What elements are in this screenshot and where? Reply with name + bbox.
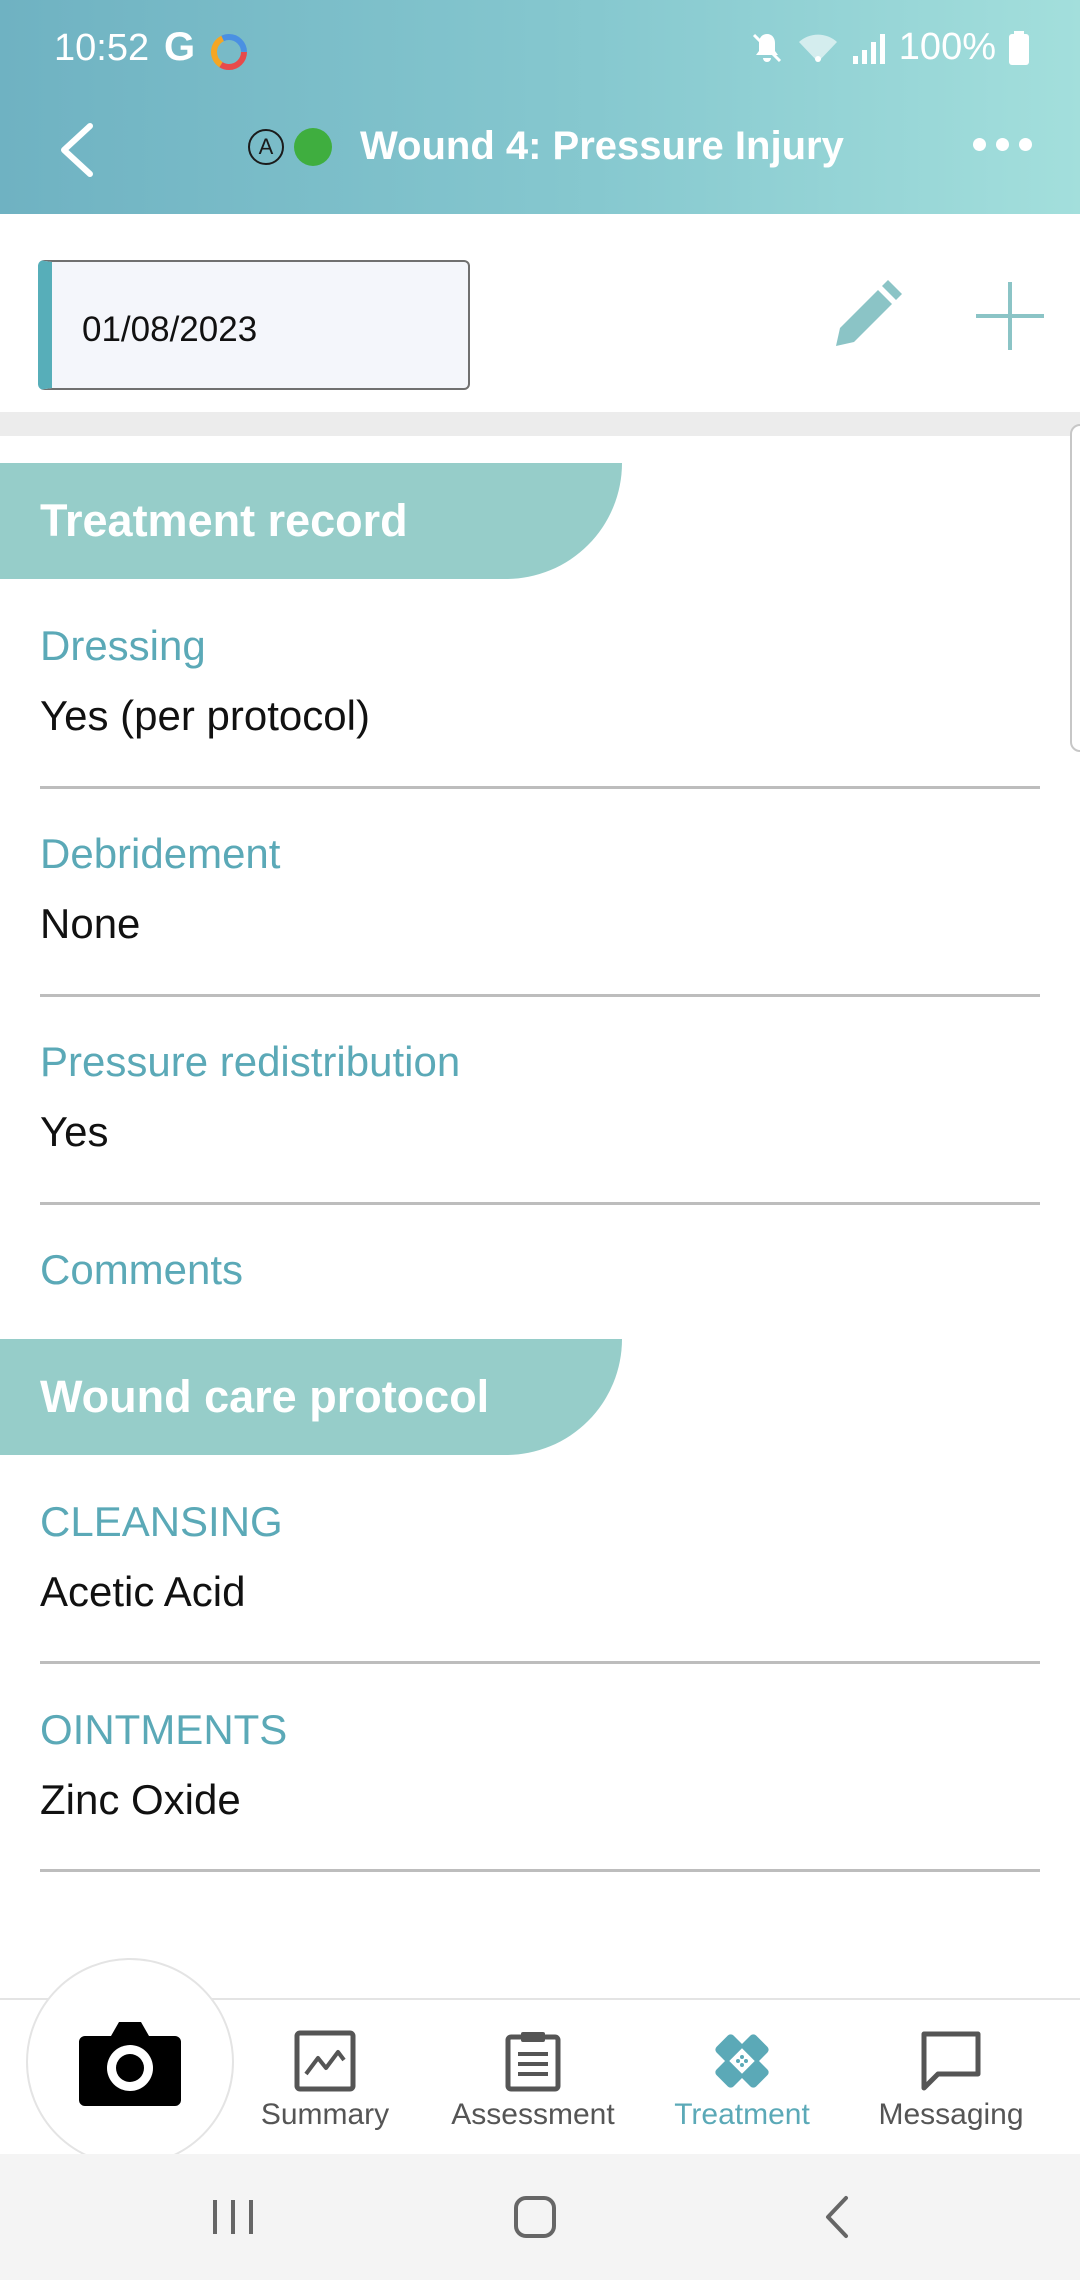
field-label: Dressing (40, 622, 206, 669)
nav-label: Assessment (451, 2098, 615, 2131)
nav-label: Treatment (674, 2098, 810, 2131)
nav-summary[interactable]: Summary (225, 2030, 425, 2132)
status-dot (294, 127, 332, 166)
date-selector[interactable]: 01/08/2023 (38, 260, 470, 390)
message-icon (921, 2031, 981, 2091)
status-icons: 100% (749, 26, 1030, 69)
page-title: Wound 4: Pressure Injury (360, 124, 844, 168)
title-row: A Wound 4: Pressure Injury (248, 124, 844, 169)
dot-icon (1019, 138, 1032, 151)
section-header-protocol: Wound care protocol (0, 1339, 622, 1455)
field-value: None (40, 900, 141, 947)
nav-label: Summary (260, 2098, 390, 2131)
battery-text: 100% (898, 26, 996, 68)
camera-button[interactable] (26, 1958, 234, 2166)
date-value: 01/08/2023 (82, 310, 258, 349)
wifi-icon (798, 34, 837, 62)
field-value: Acetic Acid (40, 1568, 246, 1615)
divider (40, 1661, 1040, 1664)
field-cleansing: CLEANSING Acetic Acid (40, 1498, 1040, 1616)
field-label: Debridement (40, 830, 281, 877)
app-header: 10:52 G 100% A Wound 4: Pressure Injury (0, 0, 1080, 214)
field-label: OINTMENTS (40, 1706, 288, 1753)
nav-assessment[interactable]: Assessment (433, 2030, 633, 2132)
camera-icon (79, 2022, 181, 2106)
status-time: 10:52 (54, 27, 150, 69)
edit-pencil-icon[interactable] (826, 276, 906, 356)
system-nav-bar (0, 2154, 1080, 2280)
clipboard-icon (505, 2032, 561, 2092)
toolbar: 01/08/2023 (0, 214, 1080, 412)
field-label: Pressure redistribution (40, 1038, 461, 1085)
app-notification-icon (211, 34, 247, 70)
divider (40, 786, 1040, 789)
field-value: Yes (per protocol) (40, 692, 370, 739)
field-value: Zinc Oxide (40, 1776, 241, 1823)
bandage-icon (715, 2034, 769, 2088)
dot-icon (973, 138, 986, 151)
recent-apps-icon[interactable] (193, 2184, 273, 2250)
field-pressure-redistribution[interactable]: Pressure redistribution Yes (40, 1038, 1040, 1156)
battery-icon (1009, 30, 1029, 65)
mute-icon (752, 33, 781, 62)
section-header-treatment: Treatment record (0, 463, 622, 579)
field-label: CLEANSING (40, 1498, 283, 1545)
divider (40, 1202, 1040, 1205)
divider (40, 1869, 1040, 1872)
back-button[interactable] (52, 120, 102, 180)
divider (40, 994, 1040, 997)
field-comments[interactable]: Comments (40, 1246, 1040, 1294)
chart-icon (294, 2030, 356, 2092)
field-debridement[interactable]: Debridement None (40, 830, 1040, 948)
separator (0, 412, 1080, 436)
home-icon[interactable] (495, 2184, 575, 2250)
scrollbar-thumb[interactable] (1070, 424, 1080, 752)
field-value: Yes (40, 1108, 109, 1155)
nav-label: Messaging (878, 2098, 1024, 2131)
nav-messaging[interactable]: Messaging (851, 2030, 1051, 2132)
app-root: 10:52 G 100% A Wound 4: Pressure Injury … (0, 0, 1080, 2280)
field-label: Comments (40, 1246, 244, 1293)
google-icon: G (164, 25, 196, 69)
signal-icon (852, 33, 885, 64)
dot-icon (996, 138, 1009, 151)
back-nav-icon[interactable] (798, 2184, 878, 2250)
status-bar: 10:52 G 100% (0, 0, 1080, 100)
nav-treatment[interactable]: Treatment (642, 2030, 842, 2132)
field-dressing[interactable]: Dressing Yes (per protocol) (40, 622, 1040, 740)
auto-badge: A (248, 128, 284, 165)
more-options-button[interactable] (973, 138, 1032, 151)
field-ointments: OINTMENTS Zinc Oxide (40, 1706, 1040, 1824)
add-icon[interactable] (970, 276, 1050, 356)
